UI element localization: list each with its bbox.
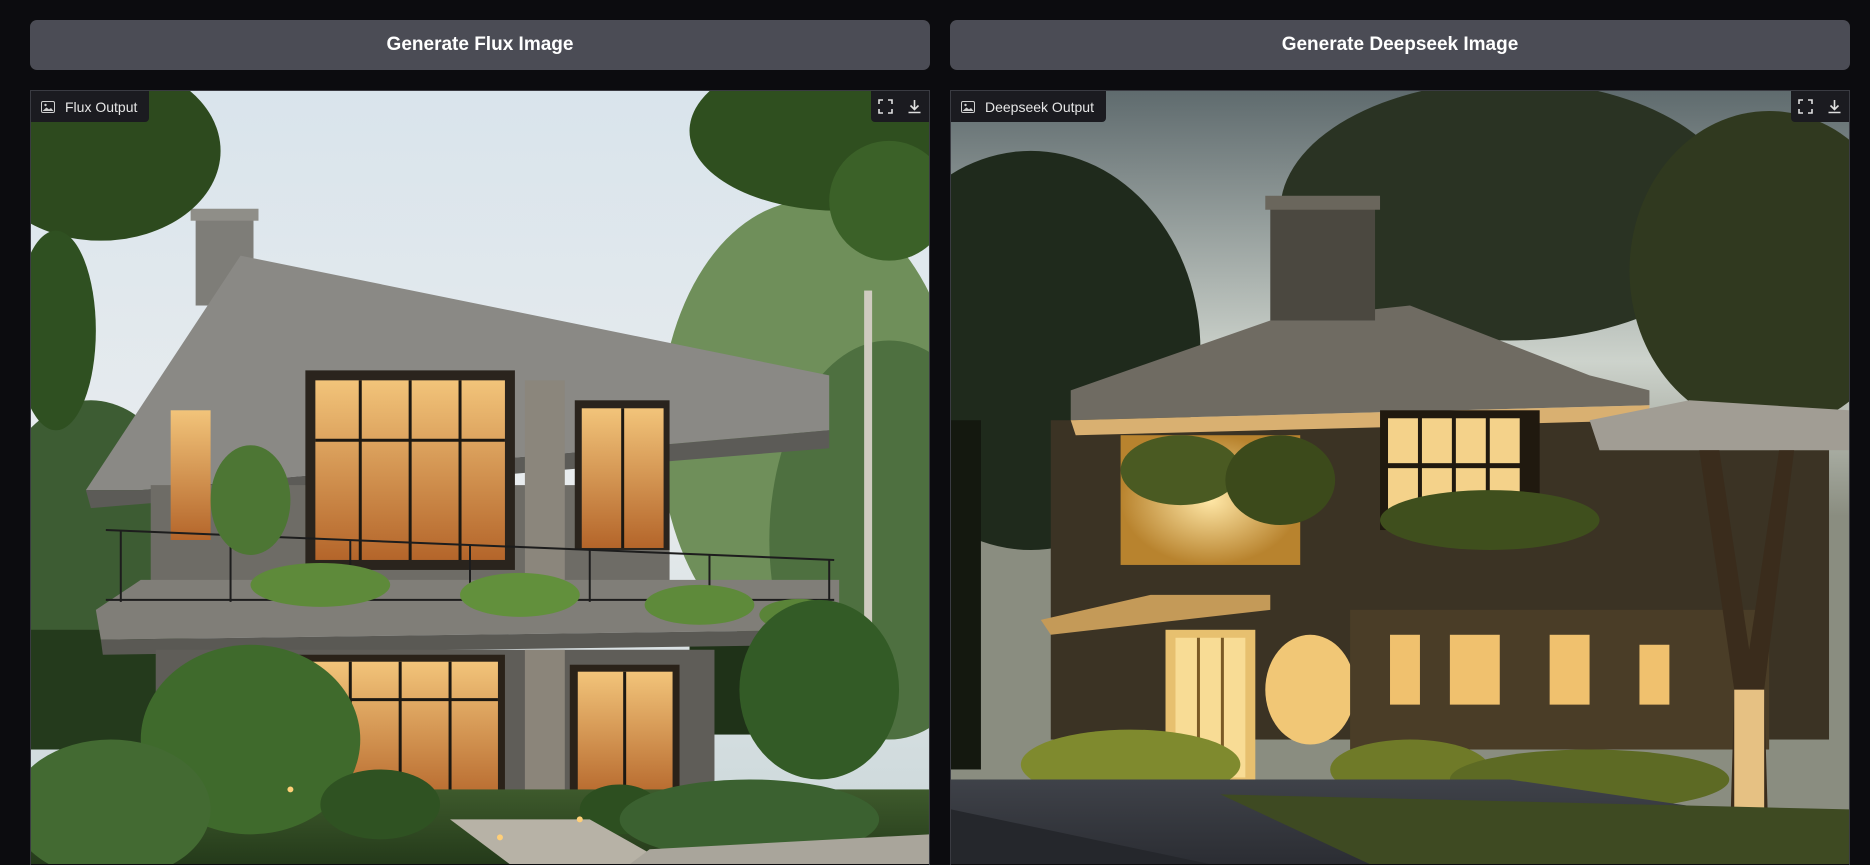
fullscreen-icon[interactable] [1791, 91, 1820, 122]
deepseek-output-panel: Deepseek Output [950, 90, 1850, 865]
image-icon [961, 100, 975, 113]
deepseek-output-label-text: Deepseek Output [985, 98, 1094, 115]
download-icon[interactable] [1820, 91, 1849, 122]
flux-toolbar [871, 91, 929, 122]
flux-output-label: Flux Output [31, 91, 150, 122]
deepseek-toolbar [1791, 91, 1849, 122]
flux-output-image [31, 91, 929, 865]
generate-deepseek-button[interactable]: Generate Deepseek Image [950, 20, 1850, 70]
flux-output-label-text: Flux Output [65, 98, 138, 115]
deepseek-output-image [951, 91, 1849, 865]
deepseek-output-label: Deepseek Output [951, 91, 1106, 122]
fullscreen-icon[interactable] [871, 91, 900, 122]
image-icon [41, 100, 55, 113]
flux-output-panel: Flux Output [30, 90, 930, 865]
download-icon[interactable] [900, 91, 929, 122]
generate-flux-button[interactable]: Generate Flux Image [30, 20, 930, 70]
